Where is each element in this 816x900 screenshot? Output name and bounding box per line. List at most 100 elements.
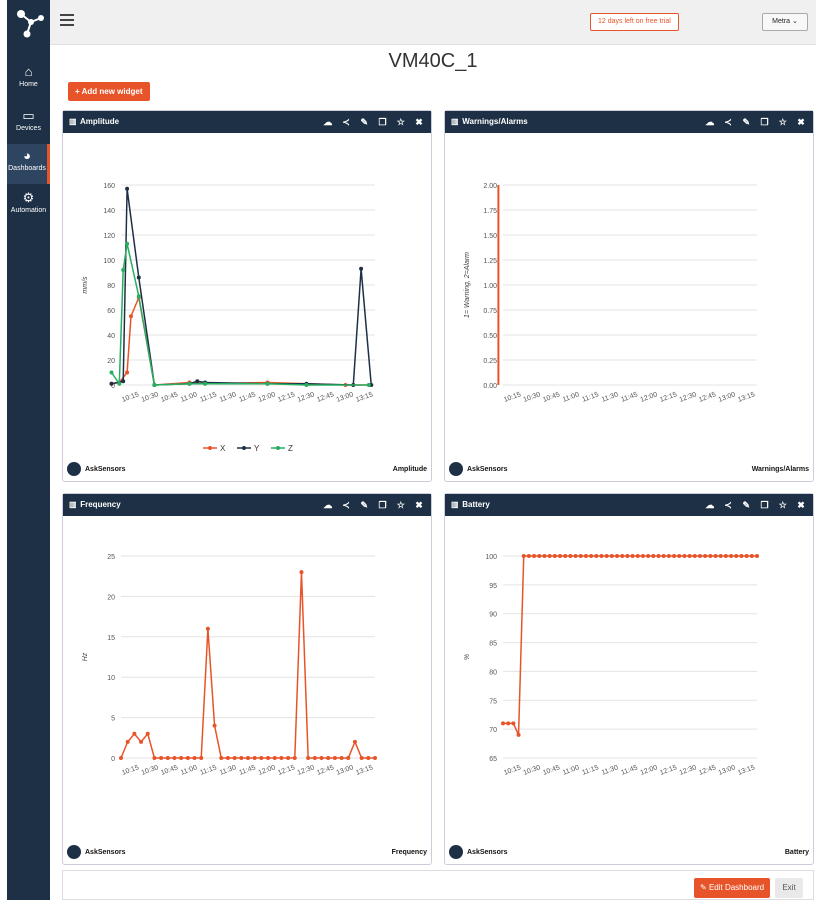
edit-dashboard-label: Edit Dashboard <box>708 883 765 892</box>
cloud-download-icon[interactable]: ☁ <box>702 494 718 516</box>
edit-icon[interactable]: ✎ <box>738 111 754 133</box>
star-icon[interactable]: ☆ <box>393 494 409 516</box>
chart-area: 0.00 0.25 0.50 0.75 1.00 1.25 1.50 1.75 2.00 10:1… <box>445 133 813 459</box>
cloud-download-icon[interactable]: ☁ <box>320 494 336 516</box>
edit-icon[interactable]: ✎ <box>356 494 372 516</box>
x-tick-label: 13:15 <box>737 764 756 777</box>
x-tick-label: 12:30 <box>297 764 316 777</box>
x-tick-label: 11:15 <box>581 764 599 776</box>
chevron-down-icon: ⌄ <box>791 18 798 25</box>
sidebar: ⌂ Home ▭ Devices ◕ Dashboards ⚙ Automati… <box>7 0 50 900</box>
data-point <box>703 554 708 558</box>
close-icon[interactable]: ✖ <box>411 494 427 516</box>
plus-icon: + <box>75 87 82 96</box>
x-tick-label: 10:30 <box>523 764 542 777</box>
brand-label: AskSensors <box>85 849 126 856</box>
x-tick-label: 10:30 <box>141 391 160 404</box>
x-tick-label: 11:15 <box>199 391 217 403</box>
close-icon[interactable]: ✖ <box>793 494 809 516</box>
x-tick-label: 10:45 <box>160 391 179 404</box>
bar <box>497 185 500 385</box>
x-tick-label: 13:15 <box>355 764 374 777</box>
user-name: Metra <box>772 18 791 25</box>
share-icon[interactable]: ≺ <box>720 111 736 133</box>
data-point <box>304 383 309 387</box>
sidebar-item-home[interactable]: ⌂ Home <box>7 60 50 100</box>
data-point <box>121 379 126 384</box>
copy-icon[interactable]: ❐ <box>757 111 773 133</box>
sidebar-item-devices[interactable]: ▭ Devices <box>7 104 50 144</box>
cloud-download-icon[interactable]: ☁ <box>702 111 718 133</box>
data-point <box>319 756 324 760</box>
x-tick-label: 13:15 <box>737 391 756 404</box>
trial-badge[interactable]: 12 days left on free trial <box>590 13 679 31</box>
y-tick-label: 140 <box>103 208 115 215</box>
data-point <box>625 554 630 558</box>
widget-footer: AskSensors Amplitude <box>63 459 431 481</box>
widget-header: ▥ Warnings/Alarms ☁ ≺ ✎ ❐ ☆ ✖ <box>445 111 813 133</box>
askSensors-logo-icon <box>67 462 81 476</box>
chart-area: 0 20 40 60 80 100 120 140 160 10:15 10:30 10:45 11:0… <box>63 133 431 459</box>
edit-icon[interactable]: ✎ <box>356 111 372 133</box>
x-tick-label: 12:15 <box>277 764 296 777</box>
y-tick-label: 0.00 <box>483 383 497 390</box>
y-tick-label: 1.25 <box>483 258 497 265</box>
widget-footer: AskSensors Warnings/Alarms <box>445 459 813 481</box>
x-tick-label: 10:45 <box>160 764 179 777</box>
copy-icon[interactable]: ❐ <box>375 111 391 133</box>
data-point <box>326 756 331 760</box>
share-icon[interactable]: ≺ <box>720 494 736 516</box>
edit-dashboard-button[interactable]: ✎ Edit Dashboard <box>694 878 771 898</box>
y-tick-label: 1.75 <box>483 208 497 215</box>
series-line <box>110 243 369 387</box>
sidebar-item-automation[interactable]: ⚙ Automation <box>7 186 50 226</box>
share-icon[interactable]: ≺ <box>338 494 354 516</box>
star-icon[interactable]: ☆ <box>393 111 409 133</box>
user-menu-button[interactable]: Metra ⌄ <box>762 13 808 31</box>
data-point <box>630 554 635 558</box>
dashboards-icon: ◕ <box>23 148 31 163</box>
x-tick-label: 11:45 <box>620 391 638 403</box>
star-icon[interactable]: ☆ <box>775 494 791 516</box>
warnings-chart: 0.00 0.25 0.50 0.75 1.00 1.25 1.50 1.75 2.00 10:1… <box>464 183 757 404</box>
data-point <box>152 383 157 387</box>
hamburger-menu-icon[interactable] <box>60 14 74 26</box>
close-icon[interactable]: ✖ <box>793 111 809 133</box>
data-point <box>366 383 371 387</box>
data-point <box>609 554 614 558</box>
data-point <box>246 756 250 760</box>
brand-label: AskSensors <box>467 849 508 856</box>
x-tick-label: 12:45 <box>698 391 717 404</box>
star-icon[interactable]: ☆ <box>775 111 791 133</box>
legend-label: Y <box>254 444 260 453</box>
edit-icon[interactable]: ✎ <box>738 494 754 516</box>
close-icon[interactable]: ✖ <box>411 111 427 133</box>
data-point <box>187 381 192 386</box>
y-tick-label: 100 <box>485 554 497 561</box>
sidebar-item-dashboards[interactable]: ◕ Dashboards <box>7 144 50 184</box>
data-point <box>145 731 150 736</box>
devices-icon: ▭ <box>22 108 35 123</box>
data-point <box>136 275 141 280</box>
x-tick-label: 12:00 <box>640 391 659 404</box>
x-tick-label: 11:00 <box>180 391 198 403</box>
cloud-download-icon[interactable]: ☁ <box>320 111 336 133</box>
brand-label: AskSensors <box>85 466 126 473</box>
data-point <box>511 721 516 726</box>
app-logo[interactable] <box>7 0 50 45</box>
share-icon[interactable]: ≺ <box>338 111 354 133</box>
data-point <box>506 721 511 726</box>
data-point <box>272 756 277 760</box>
copy-icon[interactable]: ❐ <box>757 494 773 516</box>
y-tick-label: 95 <box>489 583 497 590</box>
y-tick-label: 25 <box>107 554 115 561</box>
add-widget-button[interactable]: + Add new widget <box>68 82 150 101</box>
home-icon: ⌂ <box>24 64 33 79</box>
copy-icon[interactable]: ❐ <box>375 494 391 516</box>
data-point <box>346 756 351 760</box>
x-tick-label: 10:15 <box>121 391 140 404</box>
exit-button[interactable]: Exit <box>775 878 803 898</box>
x-tick-label: 12:30 <box>679 391 698 404</box>
data-point <box>547 554 552 558</box>
data-point <box>366 756 371 760</box>
